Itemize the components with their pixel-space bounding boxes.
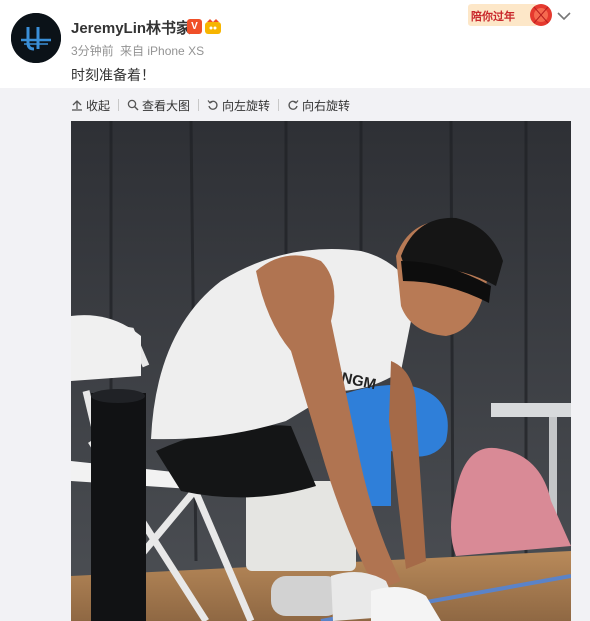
verified-icon: V (187, 19, 202, 34)
rotate-right-label: 向右旋转 (302, 98, 351, 113)
photo-illustration: RINGM (71, 121, 571, 621)
collapse-icon (72, 100, 82, 111)
post-time[interactable]: 3分钟前 (71, 44, 114, 58)
post-source: 来自 iPhone XS (120, 44, 205, 58)
member-icon[interactable] (204, 18, 222, 35)
toolbar-divider (198, 99, 200, 111)
rotate-left-button[interactable]: 向左旋转 (207, 97, 270, 114)
badge-text: 陪你过年 (471, 11, 515, 23)
rotate-right-icon (288, 100, 299, 110)
toolbar-divider (118, 99, 120, 111)
collapse-button[interactable]: 收起 (71, 97, 110, 114)
username[interactable]: JeremyLin林书家 (71, 17, 191, 38)
toolbar-divider (278, 99, 280, 111)
view-large-button[interactable]: 查看大图 (127, 97, 190, 114)
rotate-left-label: 向左旋转 (222, 98, 271, 113)
media-toolbar: 收起 查看大图 向左旋转 向右旋转 (71, 96, 350, 114)
weibo-post: JeremyLin林书家 V 3分钟前 来自 iPhone XS 时刻准备着！ … (0, 0, 590, 621)
avatar-logo-icon (11, 13, 61, 63)
post-photo[interactable]: RINGM (71, 121, 571, 621)
collapse-label: 收起 (86, 98, 111, 113)
view-large-label: 查看大图 (142, 98, 191, 113)
post-meta: 3分钟前 来自 iPhone XS (71, 42, 207, 59)
rotate-right-button[interactable]: 向右旋转 (287, 97, 350, 114)
rotate-left-icon (207, 100, 218, 110)
chevron-down-icon[interactable] (557, 11, 571, 21)
avatar[interactable] (11, 13, 61, 63)
post-text: 时刻准备着！ (71, 67, 155, 83)
search-icon (127, 99, 139, 111)
